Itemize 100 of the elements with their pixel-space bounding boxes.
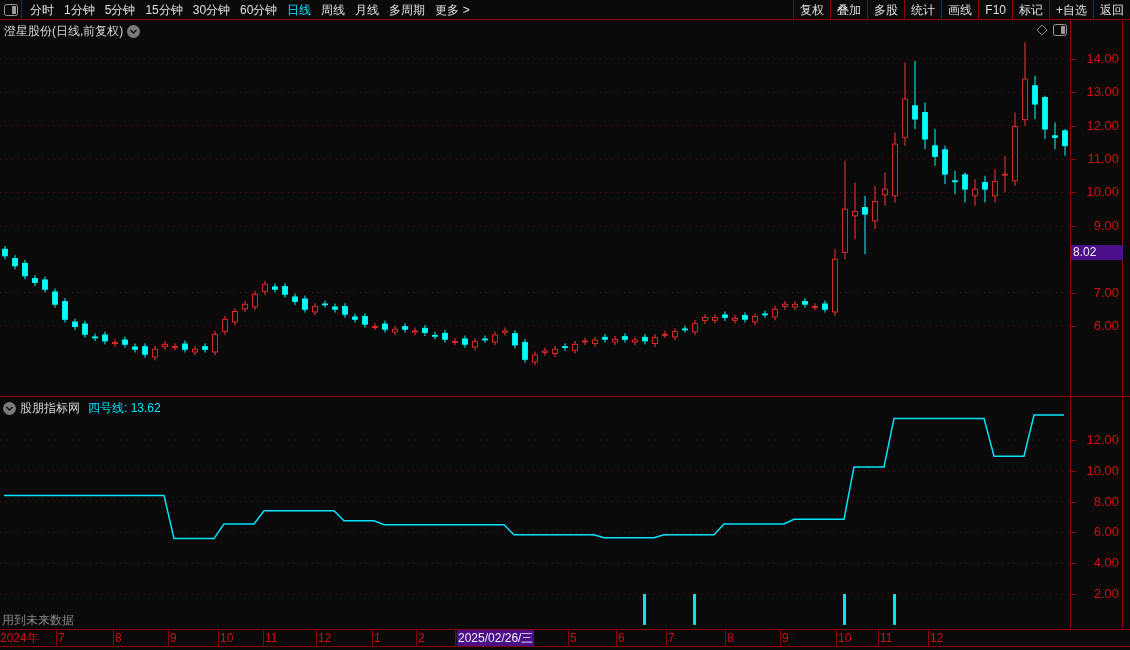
price-tag: 8.02 xyxy=(1071,244,1123,260)
candle xyxy=(452,337,458,346)
candle xyxy=(742,311,748,324)
candle xyxy=(932,128,938,167)
axis-label: 9.00 xyxy=(1093,218,1119,233)
date-label: 5 xyxy=(570,630,577,646)
axis-label: 6.00 xyxy=(1093,318,1119,333)
candle xyxy=(822,300,828,314)
candle xyxy=(752,312,758,326)
candle xyxy=(722,311,728,322)
candle xyxy=(992,168,998,203)
candle xyxy=(382,320,388,334)
candle xyxy=(652,333,658,348)
candle xyxy=(242,300,248,313)
period-tab[interactable]: 5分钟 xyxy=(100,0,140,19)
panel-toggle-icon[interactable] xyxy=(1053,24,1067,36)
date-label: 6 xyxy=(618,630,625,646)
candle xyxy=(602,333,608,344)
dropdown-icon[interactable] xyxy=(3,401,16,415)
candle xyxy=(122,336,128,349)
period-tab[interactable]: 30分钟 xyxy=(188,0,235,19)
candle xyxy=(852,182,858,240)
candle xyxy=(582,337,588,346)
period-tab[interactable]: 多周期 xyxy=(385,0,430,19)
candle xyxy=(832,248,838,317)
candle xyxy=(692,319,698,336)
candle xyxy=(962,171,968,203)
candle xyxy=(82,320,88,339)
toolbar-button[interactable]: F10 xyxy=(978,0,1012,20)
candle xyxy=(432,331,438,340)
period-tab[interactable]: 更多 > xyxy=(431,0,474,19)
candle xyxy=(982,175,988,203)
candle xyxy=(912,60,918,130)
indicator-name: 股朋指标网 xyxy=(20,400,80,417)
candle xyxy=(302,295,308,314)
candle xyxy=(672,327,678,341)
candle xyxy=(782,300,788,311)
period-tab[interactable]: 月线 xyxy=(351,0,384,19)
period-tab[interactable]: 日线 xyxy=(283,0,316,19)
warning-text: 用到未来数据 xyxy=(2,612,74,629)
toolbar-button[interactable]: 画线 xyxy=(941,0,979,20)
period-tab[interactable]: 60分钟 xyxy=(236,0,282,19)
candle xyxy=(182,340,188,354)
candle xyxy=(442,329,448,344)
toolbar-button[interactable]: 标记 xyxy=(1012,0,1049,20)
period-tab[interactable]: 周线 xyxy=(317,0,350,19)
candle xyxy=(682,325,688,334)
candle xyxy=(102,331,108,345)
period-tab[interactable]: 分时 xyxy=(26,0,58,19)
candle xyxy=(942,145,948,185)
candle xyxy=(132,343,138,354)
candle xyxy=(702,313,708,325)
axis-label: 10.00 xyxy=(1086,463,1119,478)
candle xyxy=(232,307,238,326)
candle xyxy=(572,340,578,355)
period-tab[interactable]: 1分钟 xyxy=(60,0,99,19)
toolbar-button[interactable]: 返回 xyxy=(1093,0,1130,20)
date-label: 2 xyxy=(418,630,425,646)
diamond-icon[interactable] xyxy=(1036,24,1048,36)
signal-bar xyxy=(893,594,896,625)
toolbar-button[interactable]: 多股 xyxy=(867,0,905,20)
dropdown-icon[interactable] xyxy=(127,24,141,38)
candle xyxy=(12,254,18,270)
date-label: 8 xyxy=(115,630,122,646)
period-tab[interactable]: 15分钟 xyxy=(141,0,187,19)
axis-label: 2.00 xyxy=(1093,587,1119,601)
signal-bar xyxy=(693,594,696,625)
candle xyxy=(172,342,178,351)
candle xyxy=(292,293,298,306)
chart-title: 澄星股份(日线,前复权) xyxy=(4,23,124,40)
axis-label: 7.00 xyxy=(1093,285,1119,300)
candle xyxy=(402,322,408,334)
candle xyxy=(362,312,368,329)
candle xyxy=(392,325,398,336)
candle xyxy=(562,342,568,352)
candle xyxy=(342,302,348,319)
candle xyxy=(1062,128,1068,157)
date-label: 10 xyxy=(220,630,234,646)
candle xyxy=(62,297,68,324)
toolbar-button[interactable]: +自选 xyxy=(1049,0,1093,20)
axis-label: 8.00 xyxy=(1093,494,1119,509)
candle xyxy=(482,335,488,344)
date-label: 9 xyxy=(782,630,789,646)
candle xyxy=(22,259,28,280)
candle xyxy=(772,305,778,321)
date-label: 7 xyxy=(58,630,65,646)
candle xyxy=(1002,155,1008,193)
candle xyxy=(512,329,518,349)
candle xyxy=(32,274,38,287)
axis-label: 10.00 xyxy=(1086,185,1119,200)
candle xyxy=(322,300,328,309)
candle xyxy=(52,288,58,309)
toolbar-button[interactable]: 复权 xyxy=(793,0,831,20)
candle xyxy=(212,330,218,356)
candle xyxy=(262,280,268,296)
toolbar-button[interactable]: 统计 xyxy=(904,0,942,20)
candle xyxy=(2,245,8,260)
axis-label: 6.00 xyxy=(1093,525,1119,540)
indicator-value: : 13.62 xyxy=(124,400,161,417)
toolbar-button[interactable]: 叠加 xyxy=(830,0,868,20)
